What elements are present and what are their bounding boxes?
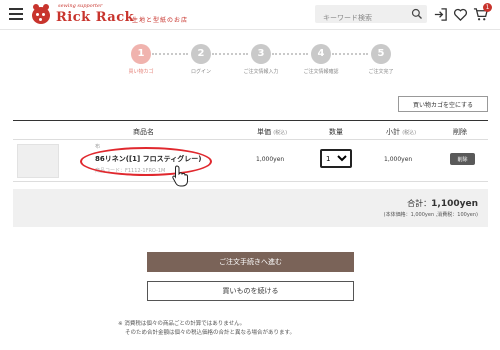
ladybug-logo-icon — [32, 4, 50, 24]
cart-count-badge: 1 — [483, 3, 492, 12]
quantity-select[interactable]: 1 — [320, 149, 352, 168]
total-label: 合計： — [407, 199, 432, 208]
logo-tagline: 生地と型紙のお店 — [132, 17, 189, 24]
menu-icon[interactable] — [9, 8, 23, 20]
search-box — [315, 5, 427, 27]
column-product: 商品名 — [133, 128, 154, 136]
step-cart: 1 買い物カゴ — [111, 44, 171, 75]
mouse-pointer-icon — [172, 165, 188, 187]
step-label: 買い物カゴ — [128, 69, 154, 75]
column-price: 単価 (税込) — [257, 128, 288, 136]
total-line: 合計：1,100yen — [407, 198, 478, 209]
step-label: ご注文情報確認 — [303, 69, 339, 75]
step-order-confirm: 4 ご注文情報確認 — [291, 44, 351, 75]
step-order-complete: 5 ご注文完了 — [351, 44, 411, 75]
product-category: 布 — [95, 144, 101, 150]
step-number: 2 — [191, 44, 211, 64]
column-delete: 削除 — [453, 128, 467, 136]
cart-table: 商品名 単価 (税込) 数量 小計 (税込) 削除 布 86リネン([1] フロ… — [13, 120, 488, 182]
step-login: 2 ログイン — [171, 44, 231, 75]
login-icon[interactable] — [433, 7, 448, 22]
unit-price: 1,000yen — [256, 156, 285, 163]
search-input[interactable] — [315, 9, 405, 27]
highlight-annotation — [80, 147, 212, 176]
order-summary: 合計：1,100yen (本体価格：1,000yen ,消費税：100yen) — [13, 189, 488, 227]
step-number: 5 — [371, 44, 391, 64]
step-number: 1 — [131, 44, 151, 64]
delete-item-button[interactable]: 削除 — [450, 153, 475, 165]
subtotal-tax-note: (税込) — [402, 130, 417, 136]
continue-shopping-button[interactable]: 買いものを続ける — [147, 281, 354, 301]
logo-name: Rick Rack — [56, 10, 135, 25]
step-order-input: 3 ご注文情報入力 — [231, 44, 291, 75]
price-tax-note: (税込) — [273, 130, 288, 136]
tax-breakdown: (本体価格：1,000yen ,消費税：100yen) — [383, 212, 478, 218]
step-label: ご注文完了 — [368, 69, 394, 75]
column-subtotal: 小計 (税込) — [386, 128, 417, 136]
table-header: 商品名 単価 (税込) 数量 小計 (税込) 削除 — [13, 120, 488, 140]
cart-button[interactable]: 1 — [473, 3, 492, 22]
step-label: ご注文情報入力 — [243, 69, 279, 75]
heart-icon[interactable] — [453, 7, 468, 22]
search-icon[interactable] — [411, 8, 423, 20]
tax-notes: ※ 消費税は個々の商品ごとの計算ではありません。 そのため合計金額は個々の税込価… — [118, 320, 295, 338]
note-line: ※ 消費税は個々の商品ごとの計算ではありません。 — [118, 321, 246, 327]
subtotal-value: 1,000yen — [384, 156, 413, 163]
logo-small-text: sewing supporter — [58, 3, 103, 9]
checkout-steps: 1 買い物カゴ 2 ログイン 3 ご注文情報入力 4 ご注文情報確認 5 ご注文… — [0, 44, 500, 79]
step-label: ログイン — [190, 69, 211, 75]
product-thumbnail[interactable] — [17, 144, 59, 178]
total-value: 1,100yen — [431, 199, 478, 209]
empty-cart-button[interactable]: 買い物カゴを空にする — [398, 96, 488, 112]
checkout-button[interactable]: ご注文手続きへ進む — [147, 252, 354, 272]
note-line: そのため合計金額は個々の税込価格の合計と異なる場合があります。 — [125, 330, 295, 336]
step-number: 3 — [251, 44, 271, 64]
site-header: sewing supporter Rick Rack 生地と型紙のお店 1 — [0, 0, 500, 30]
step-number: 4 — [311, 44, 331, 64]
column-qty: 数量 — [329, 128, 343, 136]
